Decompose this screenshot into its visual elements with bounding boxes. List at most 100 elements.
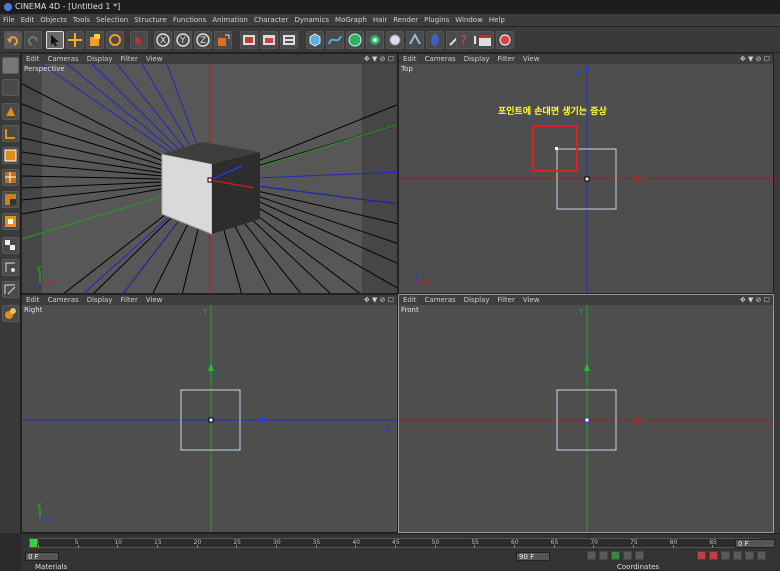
viewport-nav-icons[interactable]: ✥ ▼ ⊘ ☐ (364, 295, 394, 305)
rotate-icon[interactable] (106, 31, 124, 49)
viewport-menu-cameras[interactable]: Cameras (425, 296, 456, 304)
right-panel-edge[interactable] (774, 53, 780, 533)
viewport-menu-display[interactable]: Display (464, 55, 490, 63)
viewport-menu-filter[interactable]: Filter (121, 296, 138, 304)
record-key-icon[interactable] (697, 551, 706, 560)
viewport-perspective[interactable]: Edit Cameras Display Filter View ✥ ▼ ⊘ ☐ (21, 53, 398, 294)
menu-file[interactable]: File (0, 14, 18, 27)
top-canvas[interactable]: Z X z x (399, 64, 774, 294)
redo-icon[interactable] (24, 31, 42, 49)
record-icon[interactable] (496, 31, 514, 49)
viewport-menu-cameras[interactable]: Cameras (425, 55, 456, 63)
viewport-menu-cameras[interactable]: Cameras (48, 55, 79, 63)
viewport-nav-icons[interactable]: ✥ ▼ ⊘ ☐ (364, 54, 394, 64)
next-frame-icon[interactable] (623, 551, 632, 560)
render-picture-viewer-icon[interactable] (260, 31, 278, 49)
inverse-kinematics-icon[interactable] (2, 237, 19, 254)
scale-icon[interactable] (86, 31, 104, 49)
viewport-menu-display[interactable]: Display (464, 296, 490, 304)
end-frame-field[interactable]: 90 F (516, 552, 550, 561)
menu-window[interactable]: Window (452, 14, 486, 27)
snap-icon[interactable] (2, 305, 19, 322)
model-mode-icon[interactable] (130, 31, 148, 49)
animation-mode-icon[interactable] (2, 213, 19, 230)
menu-dynamics[interactable]: Dynamics (292, 14, 333, 27)
viewport-nav-icons[interactable]: ✥ ▼ ⊘ ☐ (740, 295, 770, 305)
viewport-menu-view[interactable]: View (523, 55, 540, 63)
edges-mode-icon[interactable] (2, 125, 19, 142)
menu-plugins[interactable]: Plugins (421, 14, 452, 27)
nurbs-icon[interactable] (346, 31, 364, 49)
undo-icon[interactable] (4, 31, 22, 49)
points-mode-icon[interactable] (2, 103, 19, 120)
menu-hair[interactable]: Hair (370, 14, 390, 27)
object-axis-icon[interactable] (2, 191, 19, 208)
viewport-menu-display[interactable]: Display (87, 296, 113, 304)
viewport-menu-edit[interactable]: Edit (26, 296, 40, 304)
texture-mode-icon[interactable] (2, 169, 19, 186)
keyframe-selection-icon[interactable] (721, 551, 730, 560)
polygons-mode-icon[interactable] (2, 147, 19, 164)
viewport-menu-edit[interactable]: Edit (26, 55, 40, 63)
goto-start-icon[interactable] (587, 551, 596, 560)
autokey-icon[interactable] (709, 551, 718, 560)
help-icon[interactable]: ? (456, 31, 474, 49)
viewport-menu-view[interactable]: View (523, 296, 540, 304)
prev-frame-icon[interactable] (599, 551, 608, 560)
use-model-tool-icon[interactable] (2, 57, 19, 74)
z-axis-lock-icon[interactable]: Z (194, 31, 212, 49)
render-settings-icon[interactable] (280, 31, 298, 49)
position-key-icon[interactable] (733, 551, 742, 560)
rotation-key-icon[interactable] (745, 551, 754, 560)
menu-objects[interactable]: Objects (37, 14, 69, 27)
x-axis-lock-icon[interactable]: X (154, 31, 172, 49)
timeline-ruler[interactable]: 051015202530354045505560657075808590 (29, 538, 759, 548)
scene-objects-icon[interactable] (386, 31, 404, 49)
viewport-menu-filter[interactable]: Filter (498, 55, 515, 63)
viewport-menu-view[interactable]: View (146, 55, 163, 63)
menu-structure[interactable]: Structure (131, 14, 170, 27)
use-object-tool-icon[interactable] (2, 79, 19, 96)
viewport-right[interactable]: Edit Cameras Display Filter View ✥ ▼ ⊘ ☐ Y Z… (21, 294, 398, 533)
current-frame-field[interactable]: 0 F (25, 552, 59, 561)
play-icon[interactable] (611, 551, 620, 560)
menu-animation[interactable]: Animation (209, 14, 251, 27)
viewport-menu-view[interactable]: View (146, 296, 163, 304)
menu-character[interactable]: Character (251, 14, 292, 27)
move-icon[interactable] (66, 31, 84, 49)
render-view-icon[interactable] (240, 31, 258, 49)
menu-help[interactable]: Help (486, 14, 508, 27)
viewport-menu-filter[interactable]: Filter (498, 296, 515, 304)
live-selection-icon[interactable] (46, 31, 64, 49)
array-icon[interactable] (366, 31, 384, 49)
workplane-icon[interactable] (2, 281, 19, 298)
menu-render[interactable]: Render (390, 14, 421, 27)
menu-edit[interactable]: Edit (18, 14, 38, 27)
viewport-menu-filter[interactable]: Filter (121, 55, 138, 63)
deformer-icon[interactable] (406, 31, 424, 49)
calendar-icon[interactable] (476, 31, 494, 49)
viewport-front[interactable]: Edit Cameras Display Filter View ✥ ▼ ⊘ ☐ Y F… (398, 294, 774, 533)
spline-icon[interactable] (326, 31, 344, 49)
right-canvas[interactable]: Y Z y z (22, 305, 398, 533)
menu-mograph[interactable]: MoGraph (332, 14, 370, 27)
menu-tools[interactable]: Tools (70, 14, 93, 27)
viewport-top[interactable]: Edit Cameras Display Filter View ✥ ▼ ⊘ ☐ Z X… (398, 53, 774, 294)
scale-key-icon[interactable] (757, 551, 766, 560)
perspective-canvas[interactable]: y x (22, 64, 398, 294)
y-axis-lock-icon[interactable]: Y (174, 31, 192, 49)
front-canvas[interactable]: Y (399, 305, 774, 533)
viewport-menu-display[interactable]: Display (87, 55, 113, 63)
viewport-menu-edit[interactable]: Edit (403, 296, 417, 304)
cube-primitive-icon[interactable] (306, 31, 324, 49)
menu-selection[interactable]: Selection (93, 14, 131, 27)
viewport-nav-icons[interactable]: ✥ ▼ ⊘ ☐ (740, 54, 770, 64)
tweak-mode-icon[interactable] (2, 259, 19, 276)
coordinate-system-icon[interactable] (214, 31, 232, 49)
viewport-menu-edit[interactable]: Edit (403, 55, 417, 63)
goto-end-icon[interactable] (635, 551, 644, 560)
viewport-menu-cameras[interactable]: Cameras (48, 296, 79, 304)
start-frame-field[interactable]: 0 F (735, 539, 775, 548)
environment-icon[interactable] (426, 31, 444, 49)
menu-functions[interactable]: Functions (170, 14, 209, 27)
